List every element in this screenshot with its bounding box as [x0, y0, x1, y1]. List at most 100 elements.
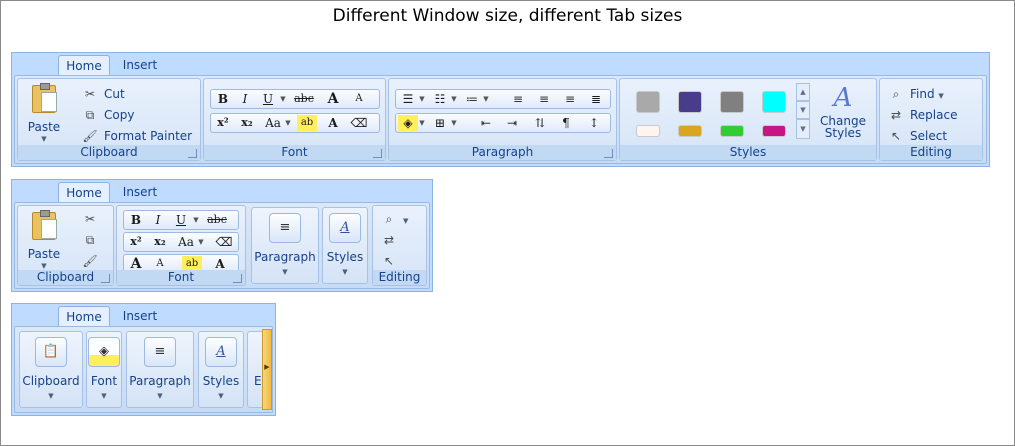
clipboard-collapsed-button[interactable]: 📋 Clipboard ▼	[19, 331, 83, 408]
gallery-more[interactable]: ▼	[796, 119, 810, 139]
change-case-button[interactable]: Aa	[174, 234, 198, 250]
copy-icon: ⧉	[85, 108, 95, 122]
find-label: Find	[910, 87, 935, 101]
style-swatch[interactable]	[636, 91, 660, 113]
find-button[interactable]: ⌕ ▼	[381, 210, 409, 228]
highlight-button[interactable]: ab	[297, 115, 317, 131]
select-button[interactable]: ↖	[381, 252, 403, 270]
underline-dropdown-icon[interactable]: ▼	[192, 212, 200, 228]
dialog-launcher-icon[interactable]	[373, 149, 382, 158]
underline-dropdown-icon[interactable]: ▼	[279, 91, 287, 107]
align-center-icon[interactable]: ≡	[534, 91, 554, 107]
gallery-scroll-down[interactable]: ▼	[796, 101, 810, 119]
italic-button[interactable]: I	[148, 212, 168, 228]
tab-insert[interactable]: Insert	[116, 306, 164, 326]
font-collapsed-button[interactable]: ◈ Font ▼	[86, 331, 122, 408]
select-button[interactable]: ↖ Select	[888, 127, 947, 145]
tab-insert[interactable]: Insert	[116, 55, 164, 75]
cut-button[interactable]: ✂	[82, 210, 104, 228]
paragraph-collapsed-button[interactable]: ≡ Paragraph ▼	[251, 207, 319, 284]
brush-icon: 🖌	[82, 254, 98, 268]
font-icon: ◈	[88, 337, 120, 367]
superscript-button[interactable]: x²	[126, 234, 146, 250]
format-painter-button[interactable]: 🖌	[82, 252, 104, 270]
case-dropdown-icon[interactable]: ▼	[284, 115, 292, 131]
ribbon-scroll-right-button[interactable]: ▶	[262, 329, 272, 410]
chevron-down-icon[interactable]: ▼	[482, 91, 490, 107]
copy-button[interactable]: ⧉ Copy	[82, 106, 135, 124]
subscript-button[interactable]: x₂	[150, 234, 170, 250]
copy-button[interactable]: ⧉	[82, 231, 104, 249]
font-toolbar-row2: x² x₂ Aa ▼ ab A ⌫	[210, 113, 380, 133]
paragraph-icon: ≡	[269, 213, 301, 243]
strikethrough-button[interactable]: abc	[204, 212, 230, 228]
style-swatch[interactable]	[678, 125, 702, 137]
underline-button[interactable]: U	[258, 91, 278, 107]
multilevel-list-icon[interactable]: ≔	[462, 91, 482, 107]
gallery-scroll-up[interactable]: ▲	[796, 83, 810, 101]
group-label-clipboard: Clipboard	[18, 145, 200, 160]
paste-button[interactable]: Paste ▼	[24, 208, 64, 270]
styles-collapsed-button[interactable]: A Styles ▼	[322, 207, 368, 284]
shading-icon[interactable]: ◈	[398, 115, 418, 131]
style-swatch[interactable]	[762, 91, 786, 113]
clear-formatting-icon[interactable]: ⌫	[349, 115, 369, 131]
grow-font-button[interactable]: A	[323, 91, 343, 107]
bold-button[interactable]: B	[126, 212, 146, 228]
style-swatch[interactable]	[678, 91, 702, 113]
shrink-font-button[interactable]: A	[349, 91, 369, 107]
tab-insert[interactable]: Insert	[116, 182, 164, 202]
align-right-icon[interactable]: ≡	[560, 91, 580, 107]
dialog-launcher-icon[interactable]	[604, 149, 613, 158]
format-painter-label: Format Painter	[104, 129, 193, 143]
dialog-launcher-icon[interactable]	[188, 149, 197, 158]
paste-button[interactable]: Paste ▼	[24, 81, 64, 143]
sort-icon[interactable]: ⇅	[530, 115, 550, 131]
replace-button[interactable]: ⇄	[381, 231, 403, 249]
increase-indent-icon[interactable]: ⇥	[502, 115, 522, 131]
style-swatch[interactable]	[720, 91, 744, 113]
font-toolbar-row1: B I U ▼ abc A A	[210, 89, 380, 109]
justify-icon[interactable]: ≣	[586, 91, 606, 107]
select-label: Select	[910, 129, 948, 143]
chevron-down-icon[interactable]: ▼	[450, 115, 458, 131]
chevron-down-icon[interactable]: ▼	[418, 115, 426, 131]
style-swatch[interactable]	[762, 125, 786, 137]
chevron-down-icon[interactable]: ▼	[418, 91, 426, 107]
ribbon-small: Home Insert 📋 Clipboard ▼ ◈ Font ▼ ≡ Par…	[11, 303, 276, 416]
case-dropdown-icon[interactable]: ▼	[197, 234, 205, 250]
change-styles-label-2: Styles	[824, 126, 862, 140]
numbering-icon[interactable]: ☷	[430, 91, 450, 107]
show-marks-icon[interactable]: ¶	[556, 115, 576, 131]
font-color-button[interactable]: A	[323, 115, 343, 131]
align-left-icon[interactable]: ≡	[508, 91, 528, 107]
replace-button[interactable]: ⇄ Replace	[888, 106, 958, 124]
bullets-icon[interactable]: ☰	[398, 91, 418, 107]
change-case-button[interactable]: Aa	[261, 115, 285, 131]
tab-home[interactable]: Home	[58, 55, 110, 75]
dialog-launcher-icon[interactable]	[233, 274, 242, 283]
format-painter-button[interactable]: 🖌 Format Painter	[82, 127, 192, 145]
style-swatch[interactable]	[636, 125, 660, 137]
bold-button[interactable]: B	[213, 91, 233, 107]
find-button[interactable]: ⌕ Find ▼	[888, 85, 944, 103]
styles-collapsed-button[interactable]: A Styles ▼	[198, 331, 244, 408]
decrease-indent-icon[interactable]: ⇤	[476, 115, 496, 131]
tab-home[interactable]: Home	[58, 306, 110, 326]
superscript-button[interactable]: x²	[213, 115, 233, 131]
paragraph-collapsed-button[interactable]: ≡ Paragraph ▼	[126, 331, 194, 408]
change-styles-button[interactable]: A Change Styles	[816, 81, 870, 143]
font-toolbar-row2: x² x₂ Aa ▼ ⌫	[123, 232, 239, 252]
line-spacing-icon[interactable]: ↕	[584, 115, 604, 131]
cut-button[interactable]: ✂ Cut	[82, 85, 125, 103]
italic-button[interactable]: I	[235, 91, 255, 107]
tab-home[interactable]: Home	[58, 182, 110, 202]
dialog-launcher-icon[interactable]	[101, 274, 110, 283]
underline-button[interactable]: U	[171, 212, 191, 228]
chevron-down-icon[interactable]: ▼	[450, 91, 458, 107]
borders-icon[interactable]: ⊞	[430, 115, 450, 131]
style-swatch[interactable]	[720, 125, 744, 137]
strikethrough-button[interactable]: abc	[291, 91, 317, 107]
clear-formatting-icon[interactable]: ⌫	[214, 234, 234, 250]
subscript-button[interactable]: x₂	[237, 115, 257, 131]
